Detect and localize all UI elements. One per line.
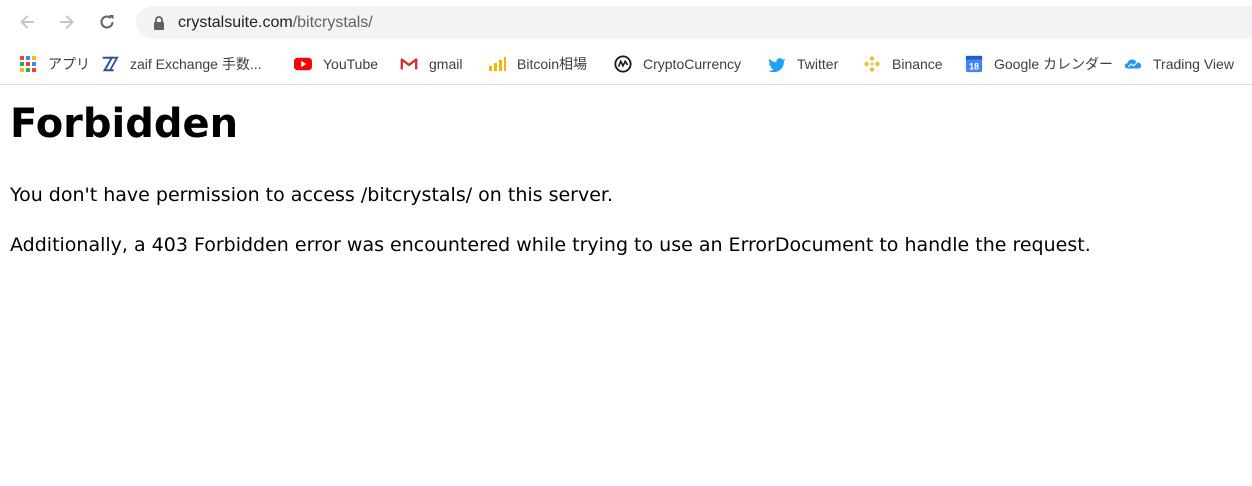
address-bar[interactable]: crystalsuite.com/bitcrystals/ <box>136 6 1252 39</box>
page-content: Forbidden You don't have permission to a… <box>10 86 1240 257</box>
url-text[interactable]: crystalsuite.com/bitcrystals/ <box>178 13 373 32</box>
youtube-icon <box>294 55 312 73</box>
cloud-icon <box>1124 55 1142 73</box>
binance-icon <box>863 55 881 73</box>
bookmark-label: Binance <box>892 56 943 72</box>
bookmark-label: Twitter <box>797 56 839 72</box>
twitter-icon <box>768 55 786 73</box>
url-path: /bitcrystals/ <box>292 14 373 31</box>
reload-button[interactable] <box>94 9 120 35</box>
bookmark-label: zaif Exchange 手数... <box>130 56 262 72</box>
bookmark-label: CryptoCurrency <box>643 56 742 72</box>
forward-button[interactable] <box>54 9 80 35</box>
coinmarketcap-icon <box>614 55 632 73</box>
bookmark-twitter[interactable]: Twitter <box>768 44 838 84</box>
bookmark-youtube[interactable]: YouTube <box>294 44 378 84</box>
bookmark-label: Google カレンダー <box>994 56 1114 72</box>
reload-icon <box>100 15 114 29</box>
back-button[interactable] <box>14 9 40 35</box>
browser-toolbar: crystalsuite.com/bitcrystals/ <box>0 0 1252 44</box>
bookmark-cryptocurrency[interactable]: CryptoCurrency <box>614 44 741 84</box>
page-title: Forbidden <box>10 101 239 147</box>
google-calendar-icon: 18 <box>965 55 983 73</box>
svg-text:18: 18 <box>969 61 979 71</box>
bookmark-label: アプリ <box>48 56 90 72</box>
bookmark-gmail[interactable]: gmail <box>400 44 462 84</box>
bookmark-label: YouTube <box>323 56 379 72</box>
bookmark-label: gmail <box>429 56 463 72</box>
bookmark-google-calendar[interactable]: 18 Google カレンダー <box>965 44 1113 84</box>
lock-icon[interactable] <box>152 15 166 31</box>
apps-grid-icon <box>19 55 37 73</box>
gmail-icon <box>400 55 418 73</box>
bookmark-label: Bitcoin相場 <box>517 56 588 72</box>
back-arrow-icon <box>20 15 34 29</box>
bookmark-trading-view[interactable]: Trading View <box>1124 44 1234 84</box>
signal-bars-icon <box>488 55 506 73</box>
forward-arrow-icon <box>60 15 74 29</box>
bookmark-apps[interactable]: アプリ <box>19 44 90 84</box>
bookmark-binance[interactable]: Binance <box>863 44 943 84</box>
bookmarks-bar: アプリ zaif Exchange 手数... YouTube gmail Bi… <box>0 44 1252 85</box>
bookmark-bitcoin[interactable]: Bitcoin相場 <box>488 44 587 84</box>
additional-error-message: Additionally, a 403 Forbidden error was … <box>10 234 1091 256</box>
zaif-icon <box>101 55 119 73</box>
bookmark-zaif[interactable]: zaif Exchange 手数... <box>101 44 262 84</box>
url-domain: crystalsuite.com <box>178 14 293 31</box>
error-message: You don't have permission to access /bit… <box>10 184 614 206</box>
bookmark-label: Trading View <box>1153 56 1234 72</box>
